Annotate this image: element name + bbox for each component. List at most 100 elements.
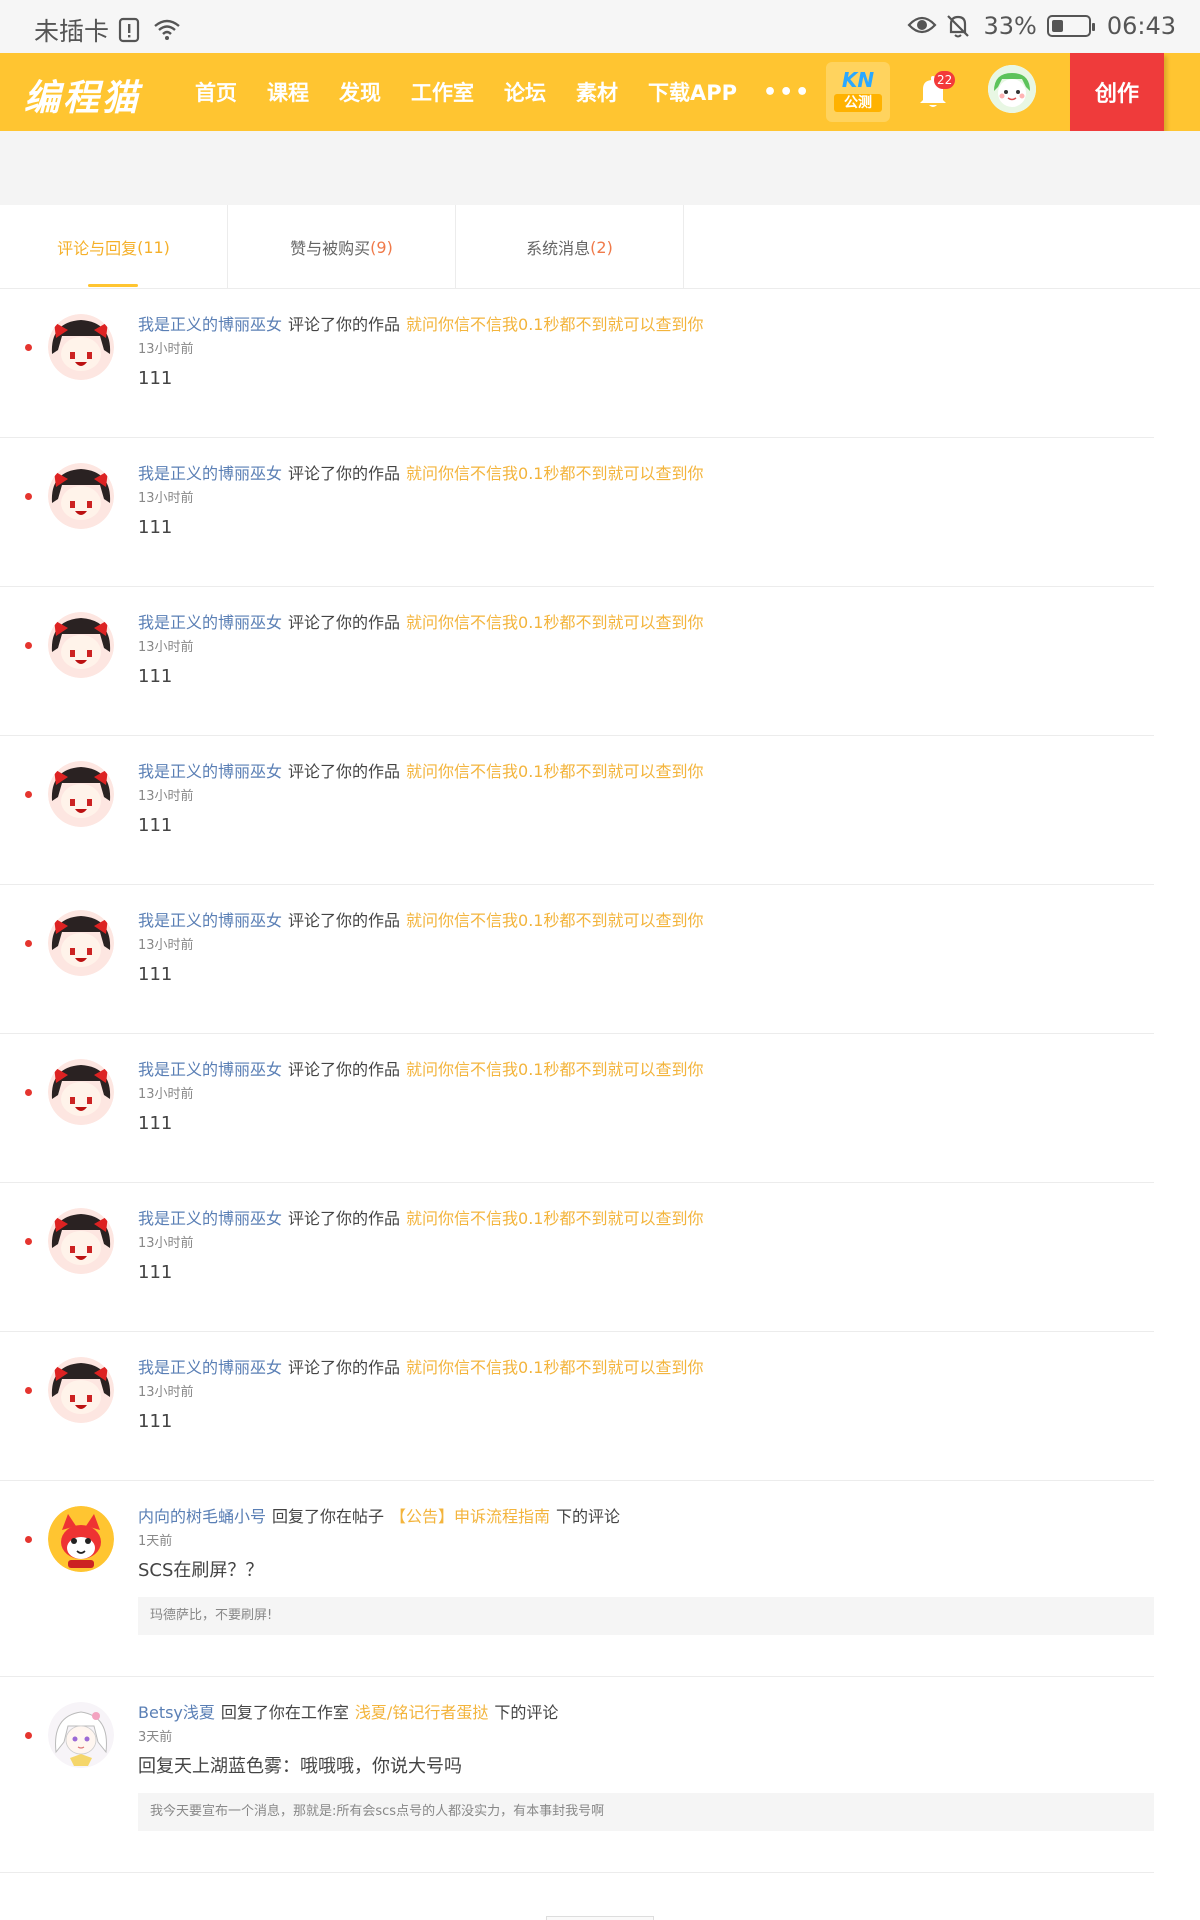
message-item: 内向的树毛蛹小号 回复了你在帖子 【公告】申诉流程指南 下的评论 1天前 SCS在刷屏… — [0, 1481, 1154, 1677]
target-link[interactable]: 就问你信不信我0.1秒都不到就可以查到你 — [406, 315, 703, 334]
username-link[interactable]: 我是正义的博丽巫女 — [138, 1358, 282, 1377]
kn-label: KN — [841, 68, 875, 92]
status-bar: 未插卡 33% 06:43 — [0, 0, 1200, 53]
avatar[interactable] — [48, 463, 114, 529]
timestamp: 13小时前 — [138, 640, 194, 655]
username-link[interactable]: 我是正义的博丽巫女 — [138, 315, 282, 334]
pagination-stub[interactable] — [546, 1916, 654, 1920]
username-link[interactable]: 我是正义的博丽巫女 — [138, 464, 282, 483]
notification-count-badge: 22 — [934, 71, 956, 89]
tab-label: 系统消息 — [526, 239, 591, 258]
message-item: 我是正义的博丽巫女 评论了你的作品 就问你信不信我0.1秒都不到就可以查到你 13小… — [0, 587, 1154, 736]
username-link[interactable]: Betsy浅夏 — [138, 1703, 215, 1722]
avatar[interactable] — [48, 1506, 114, 1572]
user-avatar[interactable] — [988, 65, 1036, 113]
message-header: 我是正义的博丽巫女 评论了你的作品 就问你信不信我0.1秒都不到就可以查到你 — [138, 761, 1154, 783]
bell-off-icon — [945, 13, 973, 39]
top-header: 编程猫 首页 课程 发现 工作室 论坛 素材 下载APP ••• KN 公测 2… — [0, 53, 1200, 131]
target-link[interactable]: 就问你信不信我0.1秒都不到就可以查到你 — [406, 911, 703, 930]
main-nav: 首页 课程 发现 工作室 论坛 素材 下载APP ••• — [195, 53, 811, 131]
suffix-text: 下的评论 — [494, 1703, 559, 1722]
tab-likes-purchases[interactable]: 赞与被购买 (9) — [228, 205, 456, 289]
header-spacer — [0, 131, 1200, 205]
target-link[interactable]: 浅夏/铭记行者蛋挞 — [355, 1703, 488, 1722]
target-link[interactable]: 就问你信不信我0.1秒都不到就可以查到你 — [406, 762, 703, 781]
nav-home[interactable]: 首页 — [195, 77, 237, 107]
target-link[interactable]: 就问你信不信我0.1秒都不到就可以查到你 — [406, 464, 703, 483]
avatar[interactable] — [48, 761, 114, 827]
avatar[interactable] — [48, 1702, 114, 1768]
avatar[interactable] — [48, 1059, 114, 1125]
battery-percent: 33% — [983, 12, 1037, 40]
eye-icon — [907, 13, 937, 39]
unread-dot — [25, 493, 32, 500]
kn-beta-label: 公测 — [834, 94, 882, 112]
nav-download-app[interactable]: 下载APP — [648, 77, 737, 107]
avatar[interactable] — [48, 612, 114, 678]
timestamp: 13小时前 — [138, 1087, 194, 1102]
nav-materials[interactable]: 素材 — [576, 77, 618, 107]
clock: 06:43 — [1106, 12, 1176, 40]
timestamp: 13小时前 — [138, 1385, 194, 1400]
timestamp: 13小时前 — [138, 789, 194, 804]
tab-label: 评论与回复 — [57, 239, 138, 258]
avatar[interactable] — [48, 1357, 114, 1423]
username-link[interactable]: 内向的树毛蛹小号 — [138, 1507, 266, 1526]
message-content: 111 — [138, 1262, 173, 1283]
message-header: 我是正义的博丽巫女 评论了你的作品 就问你信不信我0.1秒都不到就可以查到你 — [138, 463, 1154, 485]
tab-system-messages[interactable]: 系统消息 (2) — [456, 205, 684, 289]
tab-count: (9) — [370, 237, 393, 257]
tab-comments-replies[interactable]: 评论与回复 (11) — [0, 205, 228, 289]
message-content: 111 — [138, 1411, 173, 1432]
avatar[interactable] — [48, 910, 114, 976]
action-text: 回复了你在帖子 — [272, 1507, 385, 1526]
nav-more-icon[interactable]: ••• — [763, 80, 811, 105]
message-content: 111 — [138, 964, 173, 985]
quoted-comment: 我今天要宣布一个消息，那就是:所有会scs点号的人都没实力，有本事封我号啊 — [138, 1793, 1154, 1831]
tab-label: 赞与被购买 — [290, 239, 371, 258]
message-header: 我是正义的博丽巫女 评论了你的作品 就问你信不信我0.1秒都不到就可以查到你 — [138, 1208, 1154, 1230]
message-item: Betsy浅夏 回复了你在工作室 浅夏/铭记行者蛋挞 下的评论 3天前 回复天上湖蓝色… — [0, 1677, 1154, 1873]
site-logo[interactable]: 编程猫 — [24, 69, 141, 121]
target-link[interactable]: 就问你信不信我0.1秒都不到就可以查到你 — [406, 1060, 703, 1079]
unread-dot — [25, 642, 32, 649]
avatar[interactable] — [48, 1208, 114, 1274]
unread-dot — [25, 1732, 32, 1739]
quoted-comment: 玛德萨比，不要刷屏! — [138, 1597, 1154, 1635]
nav-courses[interactable]: 课程 — [267, 77, 309, 107]
avatar[interactable] — [48, 314, 114, 380]
username-link[interactable]: 我是正义的博丽巫女 — [138, 1060, 282, 1079]
nav-forum[interactable]: 论坛 — [504, 77, 546, 107]
nav-discover[interactable]: 发现 — [339, 77, 381, 107]
tab-count: (2) — [590, 237, 613, 257]
timestamp: 13小时前 — [138, 491, 194, 506]
message-header: Betsy浅夏 回复了你在工作室 浅夏/铭记行者蛋挞 下的评论 — [138, 1702, 1154, 1724]
username-link[interactable]: 我是正义的博丽巫女 — [138, 762, 282, 781]
create-button[interactable]: 创作 — [1070, 53, 1164, 131]
message-item: 我是正义的博丽巫女 评论了你的作品 就问你信不信我0.1秒都不到就可以查到你 13小… — [0, 885, 1154, 1034]
username-link[interactable]: 我是正义的博丽巫女 — [138, 911, 282, 930]
message-header: 我是正义的博丽巫女 评论了你的作品 就问你信不信我0.1秒都不到就可以查到你 — [138, 314, 1154, 336]
message-content: SCS在刷屏？？ — [138, 1560, 264, 1581]
target-link[interactable]: 【公告】申诉流程指南 — [390, 1507, 550, 1526]
message-list: 我是正义的博丽巫女 评论了你的作品 就问你信不信我0.1秒都不到就可以查到你 13小… — [0, 289, 1200, 1873]
unread-dot — [25, 344, 32, 351]
action-text: 评论了你的作品 — [288, 911, 401, 930]
username-link[interactable]: 我是正义的博丽巫女 — [138, 613, 282, 632]
message-content: 111 — [138, 1113, 173, 1134]
message-header: 我是正义的博丽巫女 评论了你的作品 就问你信不信我0.1秒都不到就可以查到你 — [138, 910, 1154, 932]
tab-count: (11) — [137, 237, 170, 257]
target-link[interactable]: 就问你信不信我0.1秒都不到就可以查到你 — [406, 1209, 703, 1228]
unread-dot — [25, 791, 32, 798]
wifi-icon — [153, 17, 181, 43]
nav-studio[interactable]: 工作室 — [411, 77, 474, 107]
message-content: 111 — [138, 517, 173, 538]
target-link[interactable]: 就问你信不信我0.1秒都不到就可以查到你 — [406, 613, 703, 632]
message-header: 我是正义的博丽巫女 评论了你的作品 就问你信不信我0.1秒都不到就可以查到你 — [138, 1059, 1154, 1081]
target-link[interactable]: 就问你信不信我0.1秒都不到就可以查到你 — [406, 1358, 703, 1377]
unread-dot — [25, 1536, 32, 1543]
kn-beta-button[interactable]: KN 公测 — [826, 62, 890, 122]
unread-dot — [25, 1387, 32, 1394]
message-header: 我是正义的博丽巫女 评论了你的作品 就问你信不信我0.1秒都不到就可以查到你 — [138, 612, 1154, 634]
username-link[interactable]: 我是正义的博丽巫女 — [138, 1209, 282, 1228]
